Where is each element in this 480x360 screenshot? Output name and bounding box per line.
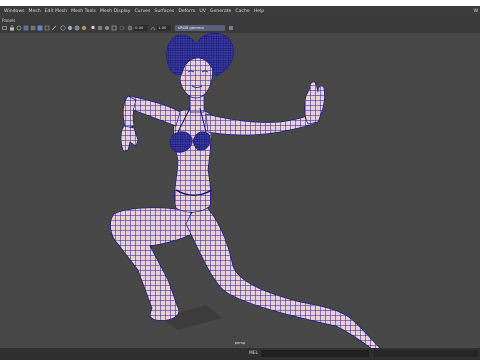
exposure-icon[interactable] [127,25,133,31]
neck [189,95,205,113]
main-menubar: Windows Mesh Edit Mesh Mesh Tools Mesh D… [0,6,480,17]
command-input[interactable] [261,350,369,357]
menu-edit-mesh[interactable]: Edit Mesh [45,6,67,17]
right-upper-arm [205,113,315,136]
menu-mesh-tools[interactable]: Mesh Tools [71,6,96,17]
workspace-indicator[interactable]: W [473,6,478,17]
character-mesh[interactable] [110,32,381,350]
left-forearm [122,95,137,129]
menu-curves[interactable]: Curves [134,6,150,17]
left-hand [120,125,139,153]
3d-viewport[interactable]: persp [0,32,480,350]
image-plane-icon[interactable] [23,25,29,31]
menu-generate[interactable]: Generate [210,6,231,17]
menu-cache[interactable]: Cache [235,6,249,17]
panel-menubar: Panels [0,17,480,24]
select-camera-icon[interactable] [2,25,8,31]
viewport-canvas [110,32,381,350]
bookmarks-icon[interactable] [16,25,22,31]
smooth-shade-icon[interactable] [67,25,73,31]
camera-name-label: persp [234,340,246,345]
viewport-toolbar: 0.00 1.00 sRGB gamma [0,24,480,33]
gate-mask-icon[interactable] [51,25,57,31]
menu-surfaces[interactable]: Surfaces [154,6,174,17]
right-hand [304,81,325,125]
menu-mesh[interactable]: Mesh [29,6,41,17]
film-gate-icon[interactable] [37,25,43,31]
front-leg [185,199,381,350]
lights-icon[interactable] [90,25,96,31]
exposure-field[interactable]: 0.00 [134,25,148,31]
mel-label[interactable]: MEL [249,351,258,356]
lock-camera-icon[interactable] [9,25,15,31]
isolate-select-icon[interactable] [111,25,117,31]
shadows-icon[interactable] [97,25,103,31]
menu-uv[interactable]: UV [199,6,206,17]
ambient-occlusion-icon[interactable] [104,25,110,31]
panels-menu[interactable]: Panels [2,17,15,24]
wireframe-icon[interactable] [60,25,66,31]
menu-windows[interactable]: Windows [4,6,25,17]
menu-help[interactable]: Help [254,6,264,17]
gamma-icon[interactable] [150,25,156,31]
gamma-field[interactable]: 1.00 [157,25,171,31]
torso [173,108,213,213]
menu-mesh-display[interactable]: Mesh Display [100,6,131,17]
color-management-icon[interactable] [228,25,234,31]
command-line-bar: MEL [0,348,480,360]
xray-icon[interactable] [119,25,125,31]
wireframe-on-shaded-icon[interactable] [74,25,80,31]
maya-window: Windows Mesh Edit Mesh Mesh Tools Mesh D… [0,0,480,360]
command-result-field [374,350,478,357]
grid-icon[interactable] [30,25,36,31]
resolution-gate-icon[interactable] [44,25,50,31]
menu-deform[interactable]: Deform [178,6,195,17]
textured-icon[interactable] [81,25,87,31]
colorspace-select[interactable]: sRGB gamma [175,25,225,31]
